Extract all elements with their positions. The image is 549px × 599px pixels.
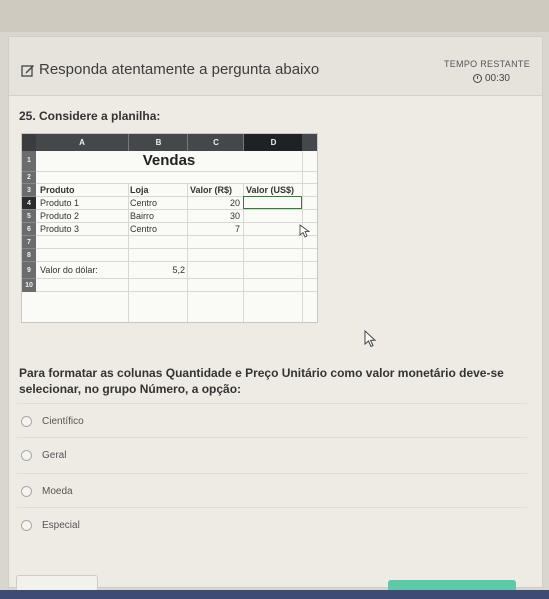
sheet-header-valor-dolar: Valor (US$): [246, 185, 295, 195]
row-header-9: 9: [22, 261, 36, 279]
question-text: Para formatar as colunas Quantidade e Pr…: [19, 366, 504, 396]
option-cientifico[interactable]: Científico: [17, 403, 527, 438]
header-title-text: Responda atentamente a pergunta abaixo: [39, 61, 320, 78]
sheet-cell-dollar-label: Valor do dólar:: [40, 265, 98, 275]
radio-icon[interactable]: [21, 415, 32, 427]
sheet-cell-dollar-value: 5,2: [172, 265, 185, 275]
sheet-title-cell: Vendas: [142, 152, 196, 169]
radio-icon[interactable]: [21, 485, 32, 497]
column-header-b: B: [128, 134, 188, 151]
option-geral[interactable]: Geral: [17, 437, 527, 472]
sheet-corner: [22, 134, 36, 151]
sheet-header-produto: Produto: [40, 185, 75, 195]
sheet-header-loja: Loja: [130, 185, 149, 195]
row-header-3: 3: [22, 183, 36, 197]
row-header-6: 6: [22, 222, 36, 236]
sheet-cell-valor-1: 20: [229, 198, 240, 208]
option-label: Geral: [42, 449, 67, 461]
option-moeda[interactable]: Moeda: [17, 473, 527, 508]
row-header-1: 1: [22, 151, 36, 171]
sheet-cell-loja-1: Centro: [130, 198, 158, 208]
sheet-cursor-icon: [299, 224, 311, 238]
row-header-5: 5: [22, 209, 36, 223]
option-especial[interactable]: Especial: [17, 507, 527, 542]
sheet-cell-loja-2: Bairro: [130, 211, 155, 221]
column-header-d: D: [243, 134, 303, 151]
option-label: Especial: [42, 519, 80, 531]
option-label: Científico: [42, 415, 84, 427]
selected-cell-d4: [243, 196, 302, 209]
sheet-cell-produto-1: Produto 1: [40, 198, 80, 208]
question-number-title: 25. Considere a planilha:: [19, 109, 161, 123]
timer: 00:30: [472, 73, 510, 84]
edit-icon: [21, 64, 34, 77]
question-header: Responda atentamente a pergunta abaixo T…: [9, 37, 542, 96]
timer-value: 00:30: [484, 73, 510, 84]
top-band: [0, 0, 549, 32]
clock-icon: [472, 74, 482, 83]
spreadsheet-image: A B C D 1 2 3 4 5 6 7 8 9 10 Vendas Prod…: [21, 133, 318, 323]
sheet-cell-loja-3: Centro: [130, 224, 158, 234]
timer-label: TEMPO RESTANTE: [443, 59, 530, 69]
row-header-10: 10: [22, 278, 36, 292]
bottom-bar: [0, 590, 549, 599]
column-header-a: A: [36, 134, 128, 151]
sheet-header-valor-real: Valor (R$): [190, 185, 233, 195]
sheet-cell-valor-3: 7: [234, 224, 240, 234]
option-label: Moeda: [42, 485, 73, 497]
radio-icon[interactable]: [21, 519, 32, 531]
column-header-filler: [302, 134, 317, 151]
question-panel: Responda atentamente a pergunta abaixo T…: [8, 36, 543, 588]
row-header-7: 7: [22, 235, 36, 249]
sheet-cell-produto-2: Produto 2: [40, 211, 80, 221]
row-header-4: 4: [22, 196, 36, 210]
header-title: Responda atentamente a pergunta abaixo: [21, 61, 319, 78]
column-header-c: C: [187, 134, 244, 151]
row-header-8: 8: [22, 248, 36, 262]
mouse-cursor-icon: [364, 330, 377, 348]
sheet-cell-valor-2: 30: [229, 211, 240, 221]
sheet-cell-produto-3: Produto 3: [40, 224, 80, 234]
radio-icon[interactable]: [21, 449, 32, 461]
